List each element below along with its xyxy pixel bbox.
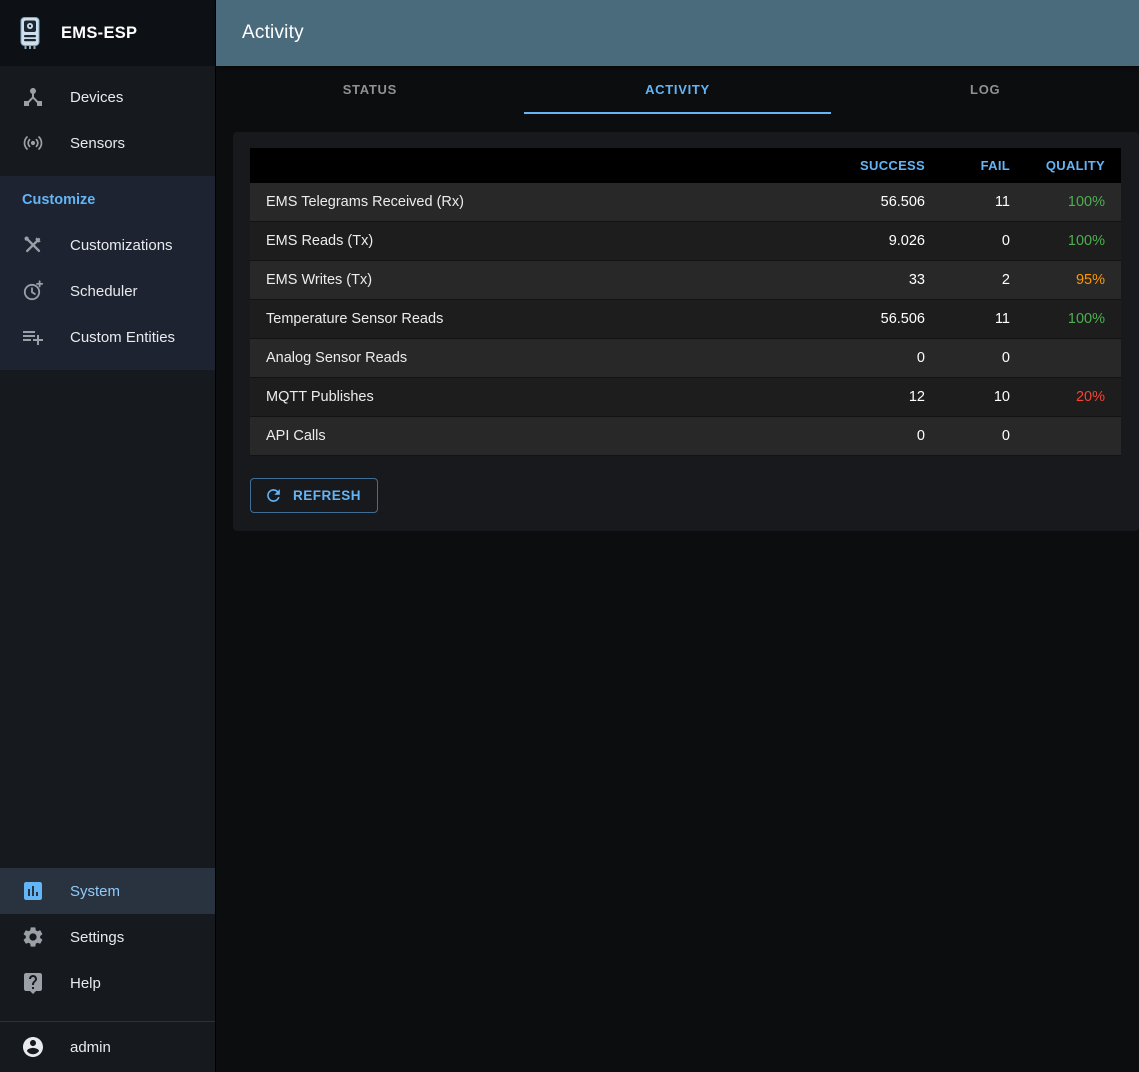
metric-cell: EMS Writes (Tx) <box>250 261 816 300</box>
table-row: MQTT Publishes 12 10 20% <box>250 378 1121 417</box>
sidebar-item-label: Settings <box>70 929 124 946</box>
refresh-button-label: REFRESH <box>293 488 361 503</box>
quality-cell: 100% <box>1026 183 1121 222</box>
success-cell: 56.506 <box>816 300 941 339</box>
sidebar-item-settings[interactable]: Settings <box>0 914 215 960</box>
app-root: EMS-ESP Devices Sensors Customize <box>0 0 1139 1072</box>
main-area: Activity STATUS ACTIVITY LOG SUCCESS FAI… <box>216 0 1139 1072</box>
page-title: Activity <box>242 22 304 44</box>
ems-esp-logo-icon <box>12 15 48 51</box>
success-cell: 0 <box>816 417 941 456</box>
success-cell: 9.026 <box>816 222 941 261</box>
fail-cell: 0 <box>941 417 1026 456</box>
sidebar-item-admin-user[interactable]: admin <box>0 1022 215 1072</box>
playlist-add-icon <box>21 325 45 349</box>
metric-cell: API Calls <box>250 417 816 456</box>
column-header-quality: QUALITY <box>1026 148 1121 183</box>
fail-cell: 11 <box>941 300 1026 339</box>
sidebar-item-label: Custom Entities <box>70 329 175 346</box>
table-row: Temperature Sensor Reads 56.506 11 100% <box>250 300 1121 339</box>
sidebar-item-scheduler[interactable]: Scheduler <box>0 268 215 314</box>
gear-icon <box>21 925 45 949</box>
bar-chart-icon <box>21 879 45 903</box>
quality-cell <box>1026 339 1121 378</box>
sidebar-item-label: Help <box>70 975 101 992</box>
appbar: Activity <box>216 0 1139 66</box>
tab-activity[interactable]: ACTIVITY <box>524 66 832 114</box>
sidebar-main-nav: Devices Sensors <box>0 66 215 166</box>
sidebar-bottom-nav: System Settings Help admin <box>0 868 215 1072</box>
account-circle-icon <box>21 1035 45 1059</box>
table-row: EMS Telegrams Received (Rx) 56.506 11 10… <box>250 183 1121 222</box>
tab-bar: STATUS ACTIVITY LOG <box>216 66 1139 114</box>
fail-cell: 0 <box>941 222 1026 261</box>
app-title: EMS-ESP <box>61 24 137 43</box>
table-row: EMS Writes (Tx) 33 2 95% <box>250 261 1121 300</box>
metric-cell: MQTT Publishes <box>250 378 816 417</box>
refresh-icon <box>264 486 283 505</box>
device-hub-icon <box>21 85 45 109</box>
sidebar-customize-section: Customize Customizations <box>0 176 215 370</box>
sidebar-item-custom-entities[interactable]: Custom Entities <box>0 314 215 360</box>
metric-cell: EMS Reads (Tx) <box>250 222 816 261</box>
clock-plus-icon <box>21 279 45 303</box>
tab-log[interactable]: LOG <box>831 66 1139 114</box>
quality-cell: 100% <box>1026 300 1121 339</box>
activity-table-header: SUCCESS FAIL QUALITY <box>250 148 1121 183</box>
sidebar-user-label: admin <box>70 1039 111 1056</box>
help-icon <box>21 971 45 995</box>
column-header-success: SUCCESS <box>816 148 941 183</box>
activity-card: SUCCESS FAIL QUALITY EMS Telegrams Recei… <box>233 132 1139 531</box>
success-cell: 0 <box>816 339 941 378</box>
table-row: API Calls 0 0 <box>250 417 1121 456</box>
sidebar-item-label: Sensors <box>70 135 125 152</box>
sidebar-item-sensors[interactable]: Sensors <box>0 120 215 166</box>
quality-cell: 95% <box>1026 261 1121 300</box>
sidebar-item-system[interactable]: System <box>0 868 215 914</box>
tab-status[interactable]: STATUS <box>216 66 524 114</box>
metric-cell: EMS Telegrams Received (Rx) <box>250 183 816 222</box>
sidebar: EMS-ESP Devices Sensors Customize <box>0 0 216 1072</box>
customize-heading: Customize <box>0 176 215 222</box>
sidebar-header: EMS-ESP <box>0 0 215 66</box>
fail-cell: 2 <box>941 261 1026 300</box>
success-cell: 56.506 <box>816 183 941 222</box>
quality-cell: 100% <box>1026 222 1121 261</box>
metric-cell: Temperature Sensor Reads <box>250 300 816 339</box>
success-cell: 33 <box>816 261 941 300</box>
sidebar-item-customizations[interactable]: Customizations <box>0 222 215 268</box>
table-row: Analog Sensor Reads 0 0 <box>250 339 1121 378</box>
table-row: EMS Reads (Tx) 9.026 0 100% <box>250 222 1121 261</box>
fail-cell: 0 <box>941 339 1026 378</box>
success-cell: 12 <box>816 378 941 417</box>
sidebar-item-devices[interactable]: Devices <box>0 74 215 120</box>
fail-cell: 11 <box>941 183 1026 222</box>
sidebar-item-label: Devices <box>70 89 123 106</box>
activity-table: SUCCESS FAIL QUALITY EMS Telegrams Recei… <box>250 148 1121 456</box>
fail-cell: 10 <box>941 378 1026 417</box>
sidebar-item-help[interactable]: Help <box>0 960 215 1006</box>
sidebar-item-label: Scheduler <box>70 283 138 300</box>
tools-icon <box>21 233 45 257</box>
column-header-metric <box>250 148 816 183</box>
column-header-fail: FAIL <box>941 148 1026 183</box>
quality-cell: 20% <box>1026 378 1121 417</box>
quality-cell <box>1026 417 1121 456</box>
refresh-button[interactable]: REFRESH <box>250 478 378 513</box>
sidebar-item-label: Customizations <box>70 237 173 254</box>
sensors-icon <box>21 131 45 155</box>
sidebar-item-label: System <box>70 883 120 900</box>
metric-cell: Analog Sensor Reads <box>250 339 816 378</box>
